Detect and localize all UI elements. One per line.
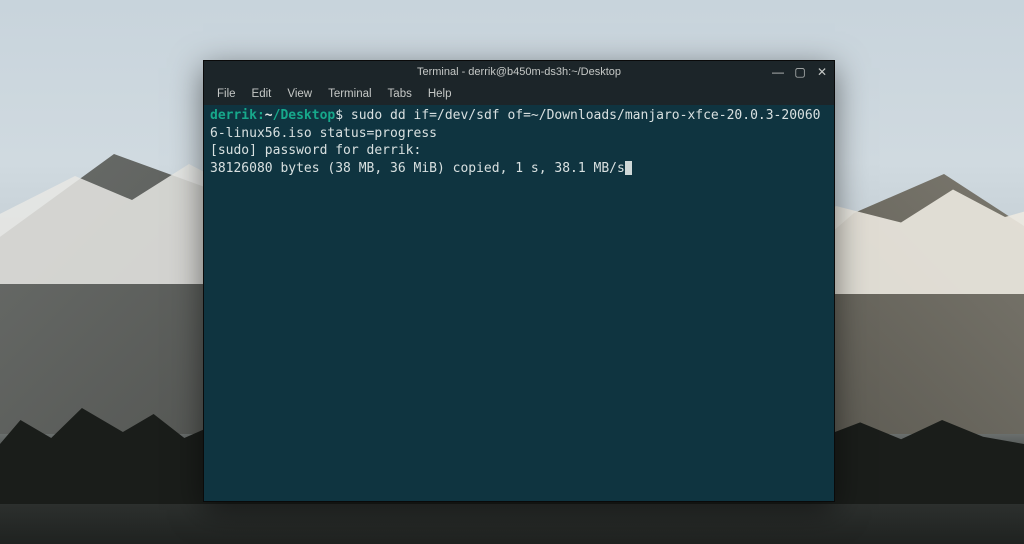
prompt-path: /Desktop [273, 108, 336, 123]
prompt-user: derrik [210, 108, 257, 123]
menu-edit[interactable]: Edit [245, 86, 279, 102]
window-title: Terminal - derrik@b450m-ds3h:~/Desktop [417, 66, 621, 78]
menu-terminal[interactable]: Terminal [321, 86, 378, 102]
terminal-body[interactable]: derrik:~/Desktop$ sudo dd if=/dev/sdf of… [204, 105, 834, 501]
prompt-sep: : [257, 108, 265, 123]
menu-help[interactable]: Help [421, 86, 459, 102]
prompt-tilde: ~ [265, 108, 273, 123]
menubar: File Edit View Terminal Tabs Help [204, 83, 834, 105]
menu-tabs[interactable]: Tabs [381, 86, 419, 102]
close-button[interactable]: ✕ [814, 66, 830, 78]
window-controls: — ▢ ✕ [770, 61, 830, 83]
terminal-window: Terminal - derrik@b450m-ds3h:~/Desktop —… [203, 60, 835, 502]
progress-line: 38126080 bytes (38 MB, 36 MiB) copied, 1… [210, 161, 625, 176]
cursor [625, 161, 633, 175]
menu-view[interactable]: View [280, 86, 319, 102]
titlebar[interactable]: Terminal - derrik@b450m-ds3h:~/Desktop —… [204, 61, 834, 83]
sudo-prompt: [sudo] password for derrik: [210, 143, 421, 158]
minimize-button[interactable]: — [770, 66, 786, 78]
maximize-button[interactable]: ▢ [792, 66, 808, 78]
prompt-end: $ [335, 108, 351, 123]
menu-file[interactable]: File [210, 86, 243, 102]
